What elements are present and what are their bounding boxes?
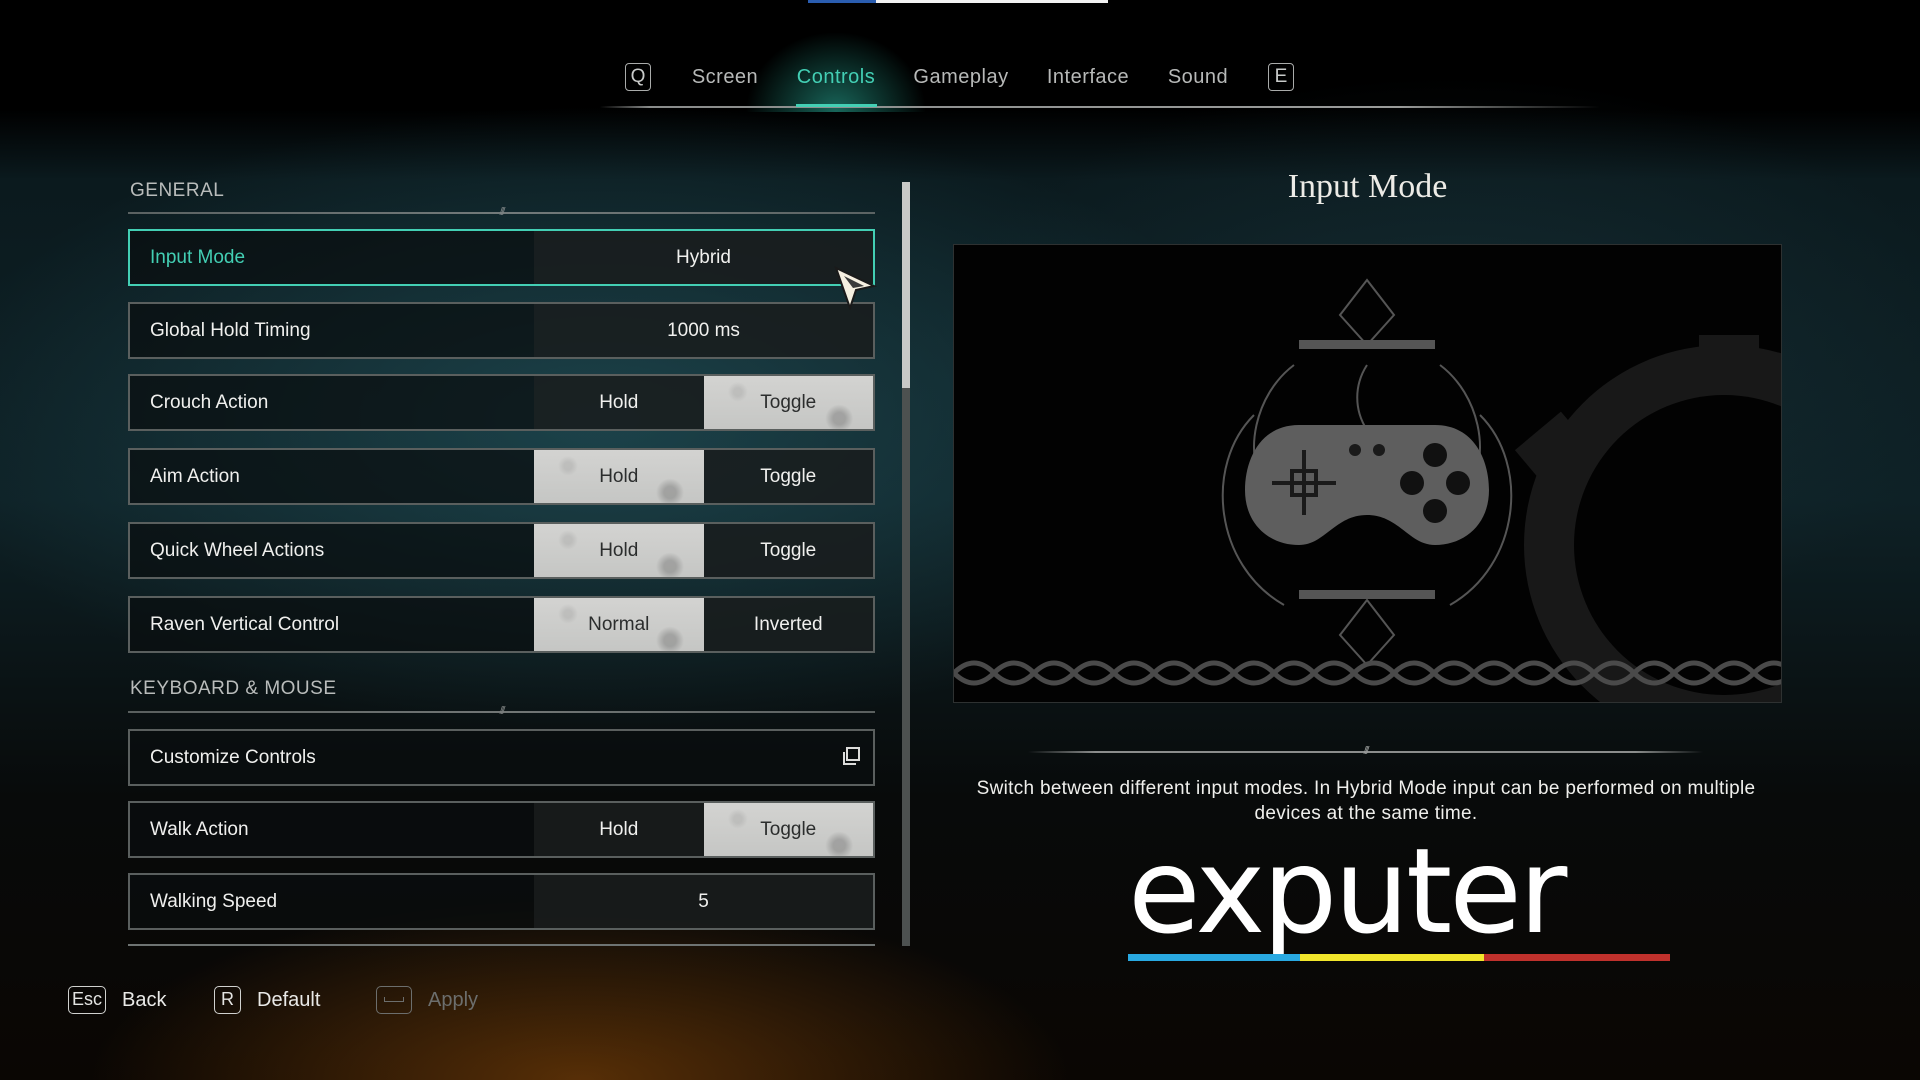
- gamepad-icon: [954, 278, 1781, 702]
- settings-tabs: Q Screen Controls Gameplay Interface Sou…: [0, 58, 1920, 98]
- scrollbar-thumb[interactable]: [902, 182, 910, 388]
- option-toggle[interactable]: Toggle: [703, 803, 873, 856]
- info-divider: ///: [1028, 745, 1703, 756]
- watermark-bar-blue: [1128, 954, 1300, 961]
- default-label: Default: [257, 988, 321, 1011]
- tab-sound[interactable]: Sound: [1168, 66, 1228, 89]
- setting-label: Walking Speed: [150, 891, 278, 912]
- tabs-divider: [600, 106, 1600, 108]
- setting-label: Input Mode: [150, 247, 246, 268]
- apply-label: Apply: [428, 988, 479, 1011]
- space-bar-glyph: [384, 997, 404, 1002]
- option-hold[interactable]: Hold: [534, 524, 704, 577]
- tab-screen[interactable]: Screen: [692, 66, 758, 89]
- option-inverted[interactable]: Inverted: [704, 598, 874, 651]
- setting-value: 1000 ms: [667, 320, 740, 341]
- settings-scrollbar[interactable]: [902, 182, 910, 946]
- external-window-icon[interactable]: [839, 745, 863, 769]
- toggle-group: Normal Inverted: [534, 598, 873, 651]
- setting-value-area[interactable]: 1000 ms: [534, 304, 873, 357]
- default-button[interactable]: R Default: [214, 984, 320, 1016]
- info-panel-description: Switch between different input modes. In…: [976, 778, 1756, 824]
- toggle-group: Hold Toggle: [534, 803, 873, 856]
- tab-controls[interactable]: Controls: [797, 66, 875, 89]
- r-key-icon: R: [214, 986, 241, 1014]
- toggle-group: Hold Toggle: [534, 376, 873, 429]
- setting-value-area[interactable]: Hybrid: [534, 231, 873, 284]
- divider-ornament-icon: ///: [499, 206, 505, 217]
- info-preview-image: [953, 244, 1782, 703]
- active-tab-underline: [796, 104, 877, 107]
- setting-row-walk-action[interactable]: Walk Action Hold Toggle: [128, 801, 875, 858]
- setting-value: 5: [698, 891, 709, 912]
- setting-row-walking-speed[interactable]: Walking Speed 5: [128, 873, 875, 930]
- esc-key-icon: Esc: [68, 986, 107, 1014]
- option-toggle[interactable]: Toggle: [704, 450, 874, 503]
- option-normal[interactable]: Normal: [534, 598, 704, 651]
- setting-row-customize-controls[interactable]: Customize Controls: [128, 729, 875, 786]
- toggle-group: Hold Toggle: [534, 524, 873, 577]
- setting-label: Global Hold Timing: [150, 320, 311, 341]
- setting-row-crouch-action[interactable]: Crouch Action Hold Toggle: [128, 374, 875, 431]
- apply-button[interactable]: Apply: [376, 984, 478, 1016]
- setting-label: Customize Controls: [150, 747, 316, 768]
- setting-row-quick-wheel-actions[interactable]: Quick Wheel Actions Hold Toggle: [128, 522, 875, 579]
- option-hold[interactable]: Hold: [534, 450, 704, 503]
- back-label: Back: [122, 988, 167, 1011]
- next-tab-key-button[interactable]: E: [1268, 63, 1294, 91]
- section-divider: ///: [128, 705, 875, 716]
- section-heading-keyboard-mouse: KEYBOARD & MOUSE: [130, 678, 337, 699]
- info-panel-title: Input Mode: [1287, 168, 1448, 205]
- section-heading-general: GENERAL: [130, 180, 225, 201]
- setting-value: Hybrid: [676, 247, 731, 268]
- watermark-text: exputer: [1128, 822, 1567, 960]
- tab-gameplay[interactable]: Gameplay: [913, 66, 1008, 89]
- toggle-group: Hold Toggle: [534, 450, 873, 503]
- list-bottom-edge: [128, 944, 875, 946]
- setting-row-aim-action[interactable]: Aim Action Hold Toggle: [128, 448, 875, 505]
- setting-row-input-mode[interactable]: Input Mode Hybrid: [128, 229, 875, 286]
- setting-label: Crouch Action: [150, 392, 269, 413]
- exputer-watermark-logo: exputer: [1128, 832, 1688, 985]
- divider-ornament-icon: ///: [1363, 745, 1369, 756]
- setting-label: Quick Wheel Actions: [150, 540, 325, 561]
- prev-tab-key-button[interactable]: Q: [625, 63, 651, 91]
- divider-ornament-icon: ///: [499, 705, 505, 716]
- option-hold[interactable]: Hold: [534, 803, 704, 856]
- tab-interface[interactable]: Interface: [1047, 66, 1129, 89]
- option-hold[interactable]: Hold: [534, 376, 704, 429]
- watermark-bar-yellow: [1300, 954, 1484, 961]
- setting-label: Raven Vertical Control: [150, 614, 340, 635]
- setting-value-area[interactable]: 5: [534, 875, 873, 928]
- setting-label: Walk Action: [150, 819, 249, 840]
- setting-label: Aim Action: [150, 466, 240, 487]
- setting-row-global-hold-timing[interactable]: Global Hold Timing 1000 ms: [128, 302, 875, 359]
- setting-row-raven-vertical-control[interactable]: Raven Vertical Control Normal Inverted: [128, 596, 875, 653]
- section-divider: ///: [128, 206, 875, 217]
- space-bar-icon: [376, 986, 412, 1014]
- option-toggle[interactable]: Toggle: [703, 376, 873, 429]
- watermark-bar-red: [1484, 954, 1670, 961]
- option-toggle[interactable]: Toggle: [704, 524, 874, 577]
- back-button[interactable]: Esc Back: [68, 984, 166, 1016]
